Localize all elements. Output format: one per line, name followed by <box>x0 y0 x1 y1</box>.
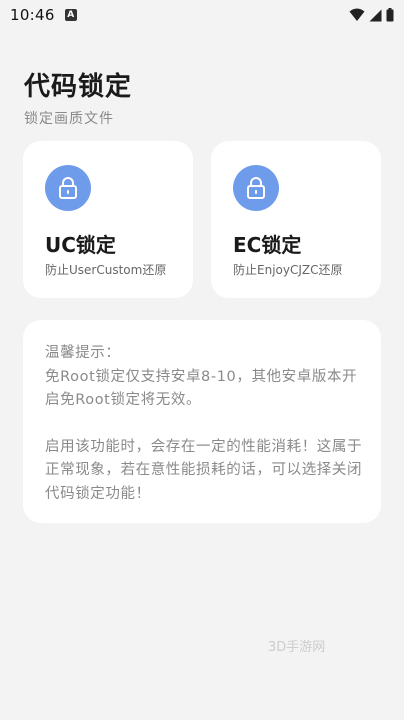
tips-card: 温馨提示： 免Root锁定仅支持安卓8-10，其他安卓版本开启免Root锁定将无… <box>23 320 381 523</box>
uc-lock-card[interactable]: UC锁定 防止UserCustom还原 <box>23 141 193 298</box>
uc-lock-title: UC锁定 <box>45 233 116 257</box>
watermark: 3D手游网 <box>268 640 326 655</box>
ec-lock-card[interactable]: EC锁定 防止EnjoyCJZC还原 <box>211 141 381 298</box>
tips-paragraph-performance: 启用该功能时，会存在一定的性能消耗！这属于正常现象，若在意性能损耗的话，可以选择… <box>45 438 363 502</box>
tips-heading: 温馨提示： <box>45 345 121 361</box>
notification-a-icon: A <box>64 9 77 21</box>
lock-icon <box>45 165 91 211</box>
tips-paragraph-root: 免Root锁定仅支持安卓8-10，其他安卓版本开启免Root锁定将无效。 <box>45 368 358 409</box>
status-bar: 10:46 A <box>0 0 404 30</box>
ec-lock-title: EC锁定 <box>233 233 302 257</box>
uc-lock-description: 防止UserCustom还原 <box>45 263 167 277</box>
status-time: 10:46 <box>10 6 55 24</box>
lock-icon <box>233 165 279 211</box>
tips-text: 温馨提示： 免Root锁定仅支持安卓8-10，其他安卓版本开启免Root锁定将无… <box>45 342 363 506</box>
page-subtitle: 锁定画质文件 <box>24 111 114 127</box>
page-title: 代码锁定 <box>24 72 133 102</box>
status-left: 10:46 A <box>10 6 77 24</box>
ec-lock-description: 防止EnjoyCJZC还原 <box>233 263 343 277</box>
wifi-icon <box>349 8 365 21</box>
signal-icon <box>369 9 382 21</box>
battery-icon <box>386 8 394 22</box>
status-right <box>349 8 394 22</box>
tips-spacer <box>45 413 363 436</box>
